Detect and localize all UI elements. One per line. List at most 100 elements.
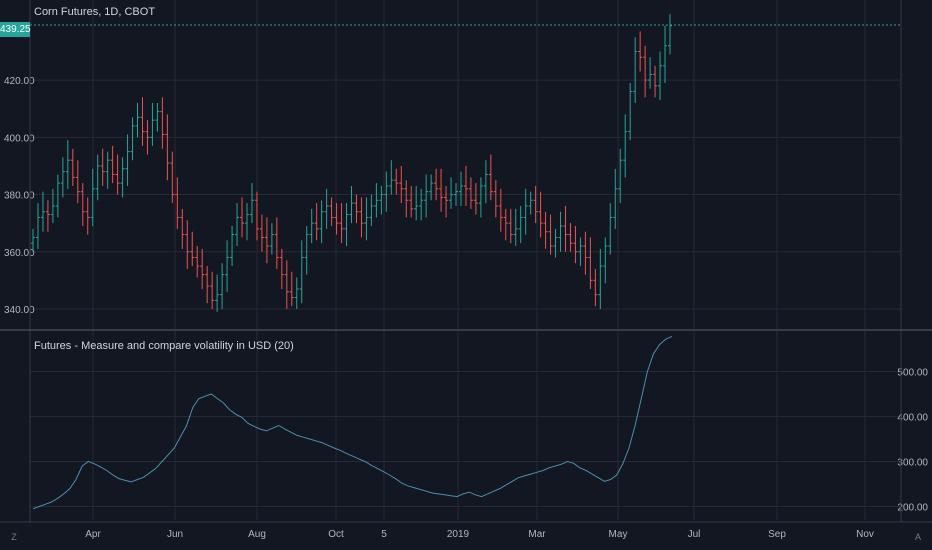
ohlc-bar <box>369 194 374 227</box>
price-chart-title: Corn Futures, 1D, CBOT <box>34 6 156 18</box>
ohlc-bar <box>294 277 299 309</box>
ohlc-bar <box>150 102 155 146</box>
ohlc-bar <box>573 226 578 264</box>
ohlc-bar <box>244 203 249 241</box>
ohlc-bar <box>478 177 483 218</box>
ohlc-bar <box>349 185 354 224</box>
ohlc-bar <box>543 211 548 249</box>
ohlc-bar <box>309 208 314 244</box>
ohlc-bar <box>608 203 613 255</box>
ohlc-bar <box>344 203 349 247</box>
ohlc-bar <box>449 177 454 209</box>
ohlc-bar <box>419 188 424 221</box>
ohlc-bar <box>508 208 513 244</box>
ohlc-bar <box>75 160 80 204</box>
x-tick-label: Oct <box>328 529 344 540</box>
zoom-icon[interactable]: Z <box>7 530 21 544</box>
ohlc-bar <box>668 14 672 55</box>
ohlc-bar <box>568 223 573 252</box>
ohlc-bar <box>100 148 105 186</box>
x-tick-label: Mar <box>528 529 546 540</box>
ohlc-bar <box>125 134 130 186</box>
ohlc-bar <box>379 185 384 215</box>
ohlc-bar <box>468 177 473 209</box>
ohlc-bar <box>458 171 463 206</box>
y-tick-label: 300.00 <box>897 458 928 469</box>
ohlc-bar <box>135 102 140 138</box>
ohlc-bar <box>210 271 215 309</box>
x-tick-label: Aug <box>248 529 266 540</box>
ohlc-bar <box>518 205 523 244</box>
ohlc-bar <box>220 263 225 309</box>
ohlc-bar <box>643 45 648 98</box>
ohlc-bar <box>374 183 379 218</box>
ohlc-bar <box>538 191 543 238</box>
ohlc-bar <box>180 208 185 249</box>
ohlc-bar <box>254 191 259 241</box>
ohlc-bar <box>434 168 439 201</box>
ohlc-bar <box>628 82 633 141</box>
ohlc-bar <box>279 248 284 289</box>
ohlc-bar <box>339 203 344 244</box>
ohlc-bar <box>583 231 588 275</box>
x-tick-label: Jul <box>688 529 701 540</box>
ohlc-bar <box>359 197 364 238</box>
x-tick-label: Nov <box>856 529 874 540</box>
ohlc-bar <box>563 205 568 252</box>
ohlc-bar <box>513 208 518 247</box>
ohlc-bar <box>130 117 135 161</box>
ohlc-bar <box>230 226 235 267</box>
ohlc-bar <box>240 197 245 238</box>
auto-scale-icon[interactable]: A <box>911 530 925 544</box>
ohlc-bar <box>488 154 493 201</box>
chart-canvas[interactable]: 340.00360.00380.00400.00420.00200.00300.… <box>0 0 932 550</box>
ohlc-bar <box>528 191 533 215</box>
y-tick-label: 200.00 <box>897 503 928 514</box>
indicator-title: Futures - Measure and compare volatility… <box>34 340 294 352</box>
ohlc-bar <box>394 168 399 195</box>
ohlc-bar <box>200 248 205 289</box>
ohlc-bar <box>444 185 449 218</box>
ohlc-bar <box>593 268 598 307</box>
ohlc-bar <box>35 203 40 249</box>
x-tick-label: May <box>609 529 628 540</box>
ohlc-bar <box>65 140 70 189</box>
ohlc-bar <box>648 57 653 89</box>
ohlc-bar <box>115 154 120 195</box>
ohlc-bar <box>414 185 419 221</box>
x-tick-label: 2019 <box>447 529 470 540</box>
x-tick-label: Sep <box>768 529 786 540</box>
ohlc-bar <box>613 168 618 229</box>
ohlc-bar <box>160 97 165 149</box>
ohlc-bar <box>658 51 663 101</box>
ohlc-bar <box>498 188 503 232</box>
ohlc-bar <box>170 151 175 204</box>
ohlc-bar <box>404 180 409 218</box>
ohlc-bar <box>663 25 668 83</box>
y-tick-label: 500.00 <box>897 368 928 379</box>
x-tick-label: Apr <box>85 529 101 540</box>
ohlc-bar <box>140 97 145 146</box>
ohlc-bar <box>493 180 498 218</box>
x-tick-label: Jun <box>167 529 183 540</box>
ohlc-bar <box>249 183 254 224</box>
ohlc-bar <box>165 114 170 181</box>
ohlc-bar <box>190 231 195 267</box>
ohlc-bar <box>195 246 200 278</box>
ohlc-bar <box>399 165 404 204</box>
ohlc-bar <box>55 174 60 218</box>
ohlc-bar <box>503 208 508 241</box>
ohlc-bar <box>553 228 558 258</box>
ohlc-bar <box>215 274 220 312</box>
ohlc-bar <box>603 237 608 284</box>
x-tick-label: 5 <box>381 529 387 540</box>
ohlc-bar <box>439 168 444 212</box>
ohlc-bar <box>329 197 334 227</box>
ohlc-bar <box>638 31 643 72</box>
ohlc-bar <box>269 223 274 255</box>
ohlc-bar <box>623 114 628 178</box>
ohlc-bar <box>225 240 230 292</box>
ohlc-bar <box>523 188 528 235</box>
ohlc-bar <box>274 217 279 269</box>
ohlc-bar <box>653 65 658 98</box>
